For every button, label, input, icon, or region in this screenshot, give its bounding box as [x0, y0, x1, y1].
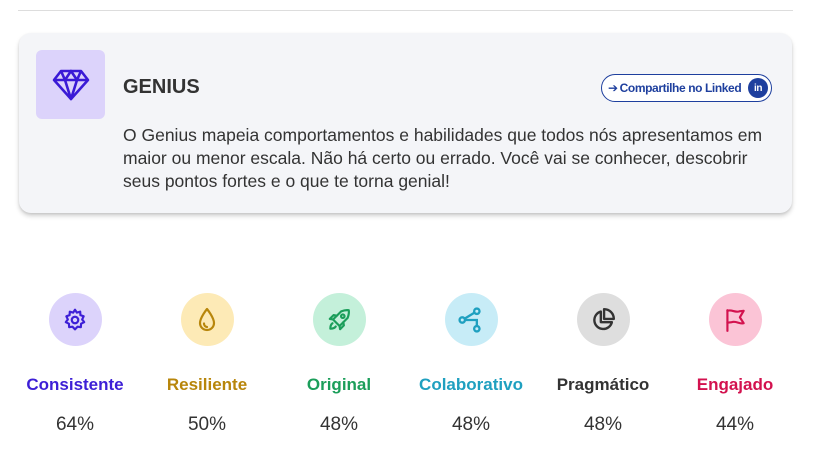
trait-pragmatico: Pragmático 48%: [533, 293, 673, 436]
trait-resiliente: Resiliente 50%: [137, 293, 277, 436]
gear-icon: [48, 293, 102, 346]
trait-percent: 48%: [583, 414, 623, 435]
trait-name: Consistente: [26, 375, 124, 394]
trait-percent: 48%: [319, 414, 359, 435]
trait-engajado: Engajado 44%: [665, 293, 805, 436]
flag-icon: [708, 293, 762, 346]
trait-percent: 44%: [715, 414, 755, 435]
rocket-icon: [312, 293, 366, 346]
share-network-icon: [444, 293, 498, 346]
top-divider: [18, 10, 793, 11]
card-title: GENIUS: [123, 76, 200, 98]
trait-original: Original 48%: [269, 293, 409, 436]
trait-name: Original: [306, 375, 372, 394]
pie-chart-icon: [576, 293, 630, 346]
linkedin-icon: in: [748, 78, 768, 98]
trait-percent: 48%: [451, 414, 491, 435]
share-linkedin-label: Compartilhe no Linked: [619, 81, 742, 95]
trait-name: Engajado: [696, 375, 774, 394]
trait-name: Colaborativo: [419, 375, 523, 394]
trait-consistente: Consistente 64%: [5, 293, 145, 436]
genius-card: GENIUS ➔ Compartilhe no Linked in O Geni…: [19, 33, 792, 213]
trait-name: Resiliente: [166, 375, 248, 394]
share-linkedin-button[interactable]: ➔ Compartilhe no Linked in: [601, 74, 772, 102]
drop-icon: [180, 293, 234, 346]
trait-name: Pragmático: [556, 375, 650, 394]
card-description: O Genius mapeia comportamentos e habilid…: [123, 125, 763, 191]
trait-percent: 64%: [55, 414, 95, 435]
trait-percent: 50%: [187, 414, 227, 435]
diamond-icon: [36, 50, 105, 119]
trait-colaborativo: Colaborativo 48%: [401, 293, 541, 436]
arrow-right-icon: ➔: [608, 81, 618, 95]
